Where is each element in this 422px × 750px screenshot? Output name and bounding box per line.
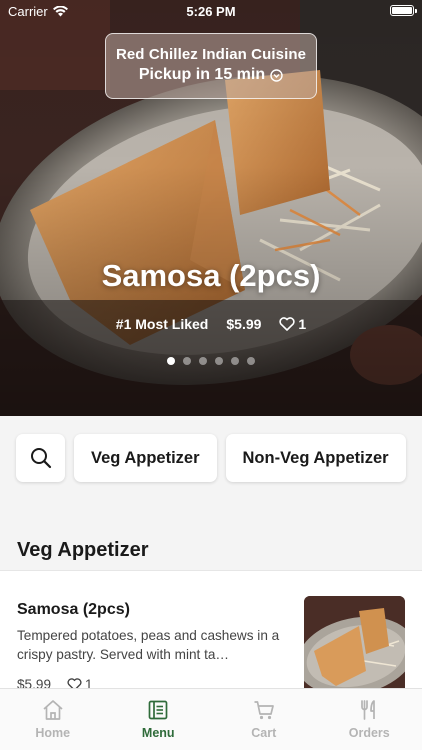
battery-icon <box>390 5 417 16</box>
heart-icon <box>279 317 296 331</box>
category-bar: Veg Appetizer Non-Veg Appetizer <box>16 434 406 482</box>
pickup-time: Pickup in 15 min <box>139 66 283 84</box>
clock: 5:26 PM <box>186 4 236 19</box>
carousel-dot[interactable] <box>183 357 191 365</box>
menu-item-thumbnail <box>304 596 405 696</box>
featured-likes[interactable]: 1 <box>279 316 306 332</box>
hero-banner[interactable]: Carrier 5:26 PM Red Chillez Indian Cuisi… <box>0 0 422 416</box>
restaurant-name: Red Chillez Indian Cuisine <box>115 46 307 63</box>
tab-cart[interactable]: Cart <box>211 689 317 750</box>
carousel-dot[interactable] <box>231 357 239 365</box>
category-veg-appetizer[interactable]: Veg Appetizer <box>74 434 217 482</box>
tab-menu[interactable]: Menu <box>106 689 212 750</box>
featured-price: $5.99 <box>226 316 262 332</box>
restaurant-pickup-selector[interactable]: Red Chillez Indian Cuisine Pickup in 15 … <box>105 33 317 99</box>
featured-item-meta: #1 Most Liked $5.99 1 <box>0 316 422 332</box>
tab-home[interactable]: Home <box>0 689 106 750</box>
featured-item-title: Samosa (2pcs) <box>101 258 321 293</box>
home-icon <box>43 700 63 720</box>
tab-orders[interactable]: Orders <box>317 689 422 750</box>
search-button[interactable] <box>16 434 65 482</box>
carousel-dot[interactable] <box>199 357 207 365</box>
featured-badge: #1 Most Liked <box>115 316 209 332</box>
bottom-tab-bar: Home Menu Cart Orders <box>0 688 422 750</box>
menu-item-description: Tempered potatoes, peas and cashews in a… <box>17 628 280 662</box>
carousel-dot[interactable] <box>215 357 223 365</box>
menu-icon <box>148 700 168 720</box>
cart-icon <box>254 701 274 720</box>
carousel-dots[interactable] <box>0 357 422 365</box>
carousel-dot[interactable] <box>247 357 255 365</box>
status-bar: Carrier 5:26 PM <box>0 0 422 22</box>
menu-item-name: Samosa (2pcs) <box>17 601 130 618</box>
carousel-dot[interactable] <box>167 357 175 365</box>
chevron-down-icon <box>270 68 283 82</box>
section-title: Veg Appetizer <box>17 539 149 561</box>
menu-item-card[interactable]: Samosa (2pcs) Tempered potatoes, peas an… <box>0 570 422 700</box>
category-non-veg-appetizer[interactable]: Non-Veg Appetizer <box>225 434 406 482</box>
utensils-icon <box>361 700 376 720</box>
search-icon <box>30 448 51 469</box>
